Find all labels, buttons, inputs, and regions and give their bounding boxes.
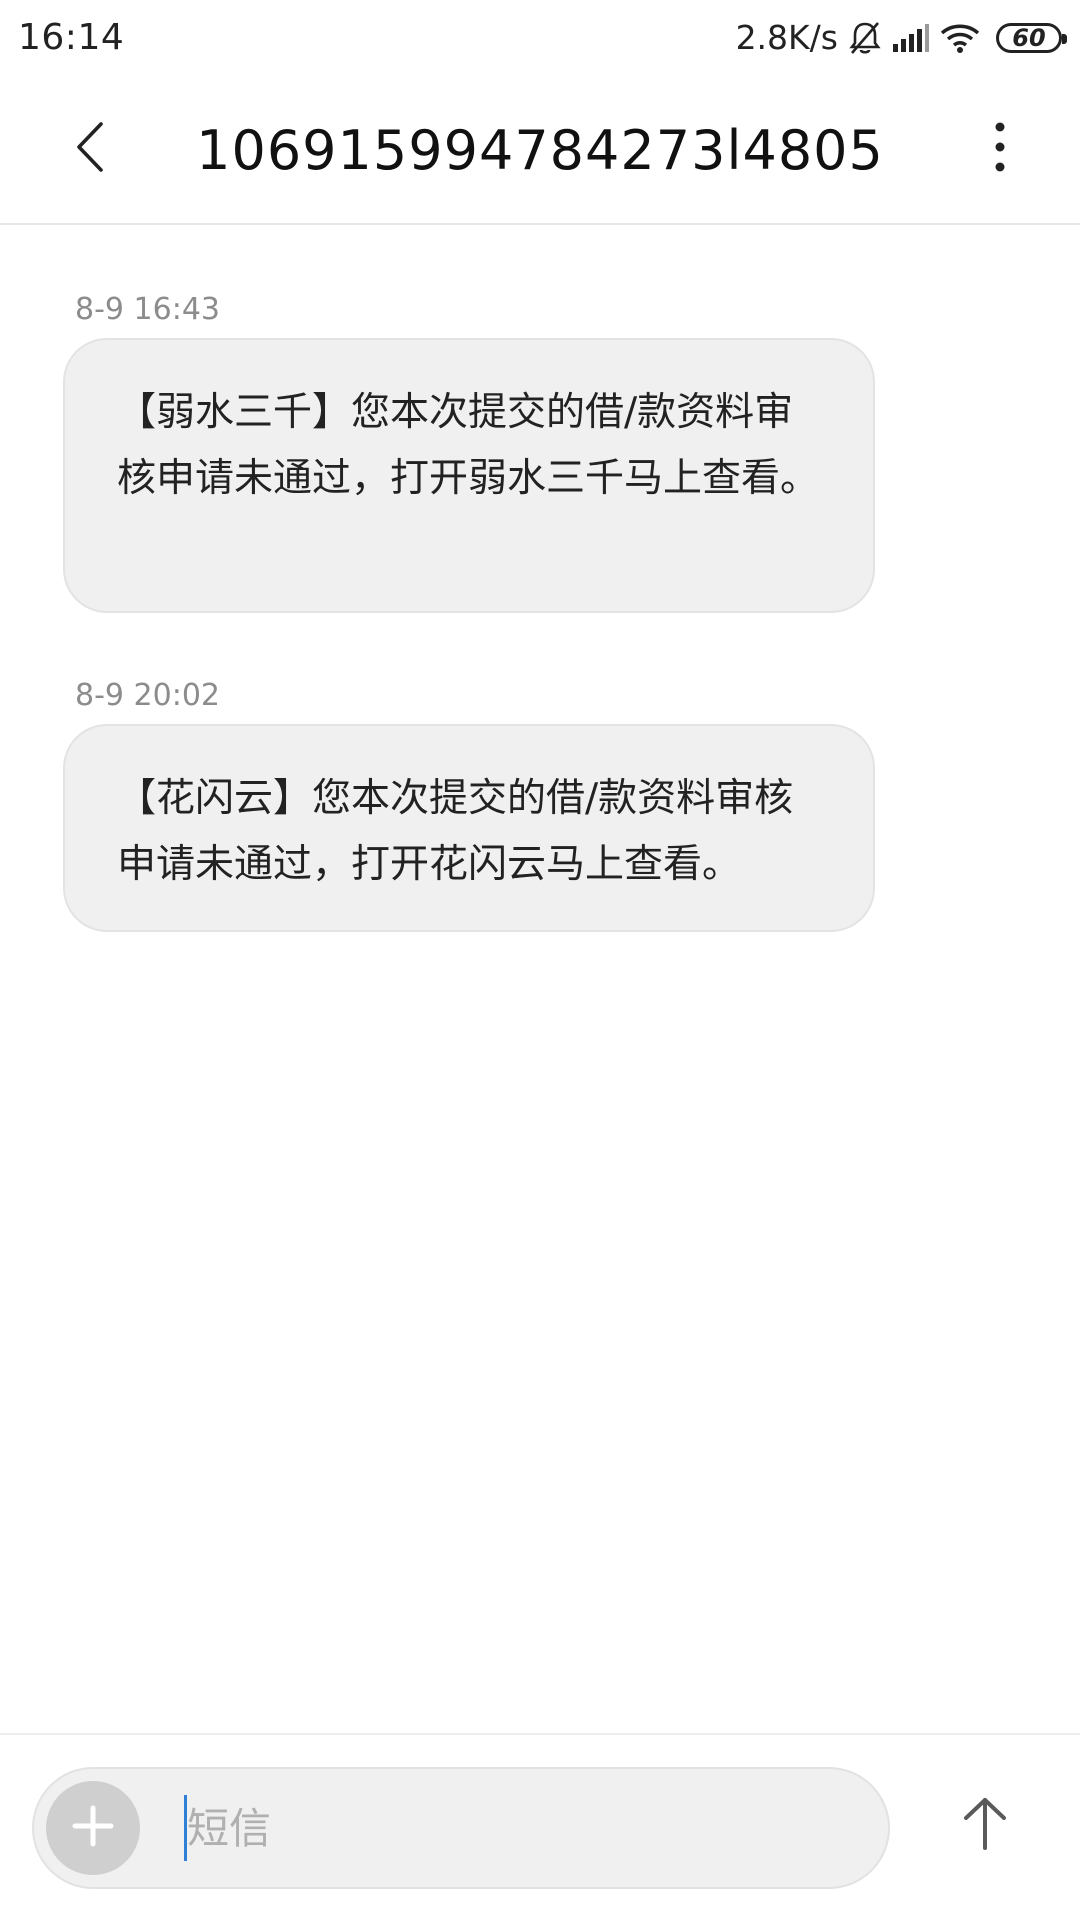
- status-time: 16:14: [18, 17, 125, 58]
- bell-off-icon: [848, 20, 882, 56]
- more-vertical-icon: [994, 122, 1006, 176]
- sms-input[interactable]: [184, 1795, 864, 1861]
- message-bubble[interactable]: 【弱水三千】您本次提交的借/款资料审核申请未通过，打开弱水三千马上查看。: [63, 338, 875, 613]
- status-indicators: 2.8K/s 60: [735, 18, 1067, 57]
- arrow-up-icon: [962, 1796, 1008, 1854]
- message-composer: [0, 1733, 1080, 1920]
- conversation-header: 106915994784273l4805: [0, 75, 1080, 225]
- message-bubble[interactable]: 【花闪云】您本次提交的借/款资料审核申请未通过，打开花闪云马上查看。: [63, 724, 875, 932]
- battery-level: 60: [1012, 23, 1046, 52]
- network-speed: 2.8K/s: [735, 18, 838, 57]
- signal-icon: [892, 22, 930, 54]
- input-container: [32, 1767, 890, 1889]
- add-attachment-button[interactable]: [46, 1781, 140, 1875]
- plus-icon: [71, 1804, 115, 1852]
- chevron-left-icon: [73, 121, 107, 177]
- sender-number: 106915994784273l4805: [196, 119, 884, 182]
- more-options-button[interactable]: [980, 119, 1020, 179]
- battery-icon: 60: [996, 22, 1067, 53]
- message-timestamp: 8-9 16:43: [75, 292, 220, 327]
- status-bar: 16:14 2.8K/s 60: [0, 0, 1080, 75]
- back-button[interactable]: [60, 119, 120, 179]
- wifi-icon: [940, 22, 980, 54]
- sms-conversation-screen: 16:14 2.8K/s 60 106915994784273l4805 8-9…: [0, 0, 1080, 1920]
- send-button[interactable]: [950, 1775, 1020, 1875]
- message-timestamp: 8-9 20:02: [75, 678, 220, 713]
